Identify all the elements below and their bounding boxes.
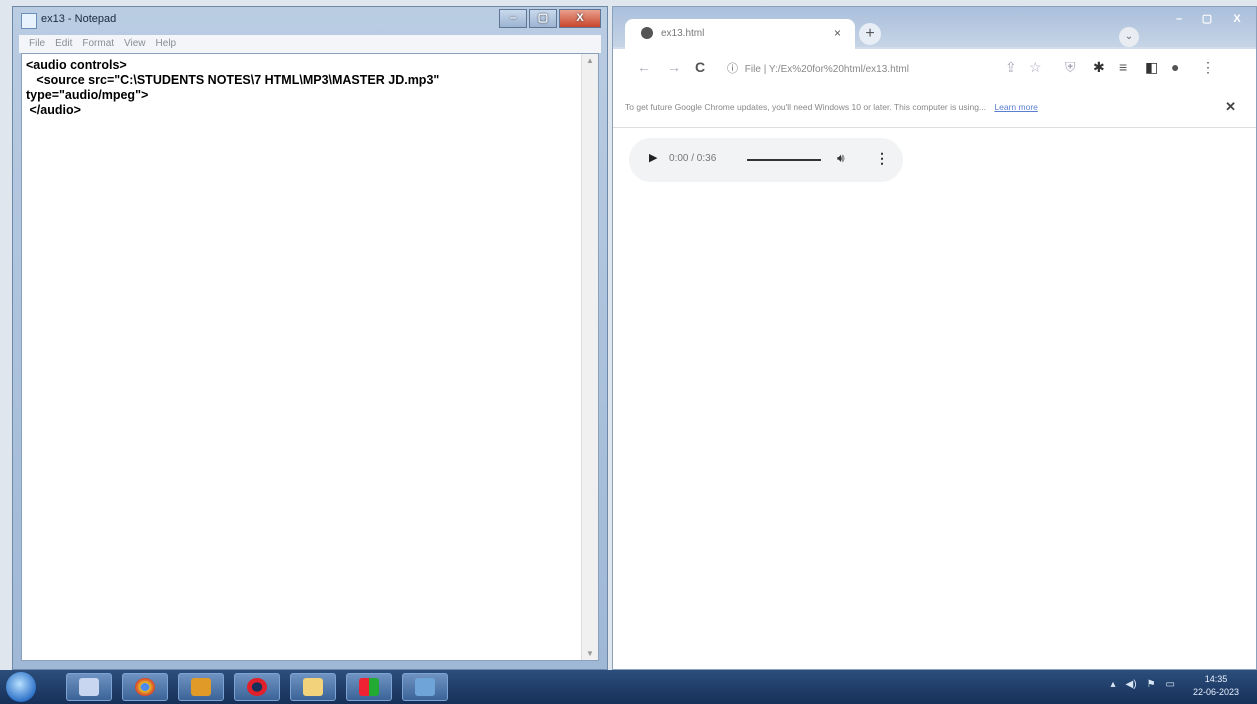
notepad-close-button[interactable]: X — [559, 9, 601, 28]
opera-icon — [247, 678, 267, 696]
forward-icon[interactable]: → — [667, 59, 681, 75]
notepad-menubar: File Edit Format View Help — [19, 35, 601, 53]
start-button[interactable] — [6, 672, 36, 702]
chrome-toolbar: ← → C ⓘ File | Y:/Ex%20for%20html/ex13.h… — [613, 49, 1256, 90]
chrome-menu-icon[interactable]: ⋮ — [1201, 59, 1215, 76]
more-options-icon[interactable]: ⋮ — [875, 150, 889, 167]
notepad-titlebar[interactable]: ex13 - Notepad – ▢ X — [13, 7, 607, 33]
play-icon[interactable]: ▶ — [649, 151, 657, 164]
taskbar-media[interactable] — [178, 673, 224, 701]
menu-format[interactable]: Format — [82, 35, 114, 53]
share-icon[interactable]: ⇪ — [1005, 59, 1017, 76]
omnibox-url[interactable]: Y:/Ex%20for%20html/ex13.html — [769, 64, 909, 75]
info-icon[interactable]: ⓘ — [727, 63, 738, 75]
taskbar-office[interactable] — [346, 673, 392, 701]
page-content: ▶ 0:00 / 0:36 🔊︎ ⋮ — [613, 128, 1256, 669]
notepad-minimize-button[interactable]: – — [499, 9, 527, 28]
back-icon[interactable]: ← — [637, 59, 651, 75]
chrome-minimize-button[interactable]: – — [1166, 11, 1192, 28]
taskbar-explorer[interactable] — [290, 673, 336, 701]
office-icon — [359, 678, 379, 696]
menu-view[interactable]: View — [124, 35, 146, 53]
globe-icon — [641, 27, 653, 39]
tab-close-icon[interactable]: × — [834, 26, 841, 40]
notepad-editor[interactable]: <audio controls> <source src="C:\STUDENT… — [21, 53, 599, 661]
notepad-title: ex13 - Notepad — [41, 13, 117, 25]
notepad-content[interactable]: <audio controls> <source src="C:\STUDENT… — [26, 58, 439, 118]
taskbar-paint[interactable] — [66, 673, 112, 701]
new-tab-button[interactable]: + — [859, 23, 881, 45]
network-tray-icon[interactable]: ⚑ — [1147, 679, 1156, 690]
scroll-down-icon[interactable]: ▼ — [586, 649, 594, 658]
chrome-tab[interactable]: ex13.html × — [625, 19, 855, 49]
media-icon — [191, 678, 211, 696]
system-clock[interactable]: 14:35 22-06-2023 — [1193, 673, 1239, 699]
tray-arrow-icon[interactable]: ▴ — [1111, 679, 1116, 690]
volume-icon[interactable]: 🔊︎ — [837, 151, 845, 166]
clock-time: 14:35 — [1204, 674, 1228, 684]
notepad-maximize-button[interactable]: ▢ — [529, 9, 557, 28]
chrome-maximize-button[interactable]: ▢ — [1194, 11, 1220, 28]
taskbar-documents[interactable] — [402, 673, 448, 701]
tab-title: ex13.html — [661, 28, 705, 39]
menu-help[interactable]: Help — [156, 35, 177, 53]
audio-player: ▶ 0:00 / 0:36 🔊︎ ⋮ — [629, 138, 903, 182]
update-infobar: To get future Google Chrome updates, you… — [613, 89, 1256, 128]
infobar-text: To get future Google Chrome updates, you… — [625, 102, 987, 112]
audio-time: 0:00 / 0:36 — [669, 153, 717, 164]
audio-progress-slider[interactable] — [747, 159, 821, 161]
shield-extension-icon[interactable]: ⛨ — [1065, 59, 1076, 76]
omnibox-scheme: File — [744, 64, 761, 75]
menu-edit[interactable]: Edit — [55, 35, 72, 53]
reading-list-icon[interactable]: ≡ — [1119, 59, 1127, 75]
bookmark-star-icon[interactable]: ☆ — [1029, 59, 1042, 76]
chrome-close-button[interactable]: X — [1222, 11, 1252, 28]
notepad-scrollbar[interactable]: ▲ ▼ — [581, 54, 598, 660]
chrome-window: ex13.html × + ⌄ – ▢ X ← → C ⓘ File | Y:/… — [612, 6, 1257, 670]
folder-icon — [303, 678, 323, 696]
volume-tray-icon[interactable]: ◀) — [1126, 679, 1137, 690]
tab-search-icon[interactable]: ⌄ — [1119, 27, 1139, 47]
notepad-window: ex13 - Notepad – ▢ X File Edit Format Vi… — [12, 6, 608, 670]
side-panel-icon[interactable]: ◧ — [1145, 59, 1158, 76]
menu-file[interactable]: File — [29, 35, 45, 53]
chrome-icon — [135, 678, 155, 696]
taskbar-opera[interactable] — [234, 673, 280, 701]
learn-more-link[interactable]: Learn more — [994, 102, 1037, 112]
infobar-close-icon[interactable]: ✕ — [1225, 99, 1236, 115]
chrome-tabstrip[interactable]: ex13.html × + ⌄ – ▢ X — [613, 7, 1256, 49]
taskbar: ▴ ◀) ⚑ ▭ 14:35 22-06-2023 — [0, 670, 1257, 704]
notepad-app-icon — [21, 13, 37, 29]
profile-avatar-icon[interactable]: ● — [1171, 59, 1179, 75]
documents-icon — [415, 678, 435, 696]
action-center-icon[interactable]: ▭ — [1166, 679, 1175, 690]
scroll-up-icon[interactable]: ▲ — [586, 56, 594, 65]
audio-progress-fill — [747, 159, 821, 161]
clock-date: 22-06-2023 — [1192, 687, 1239, 697]
extensions-puzzle-icon[interactable]: ✱ — [1093, 59, 1105, 76]
reload-icon[interactable]: C — [695, 59, 705, 75]
paint-icon — [79, 678, 99, 696]
taskbar-chrome[interactable] — [122, 673, 168, 701]
address-bar[interactable]: ⓘ File | Y:/Ex%20for%20html/ex13.html — [727, 57, 977, 81]
